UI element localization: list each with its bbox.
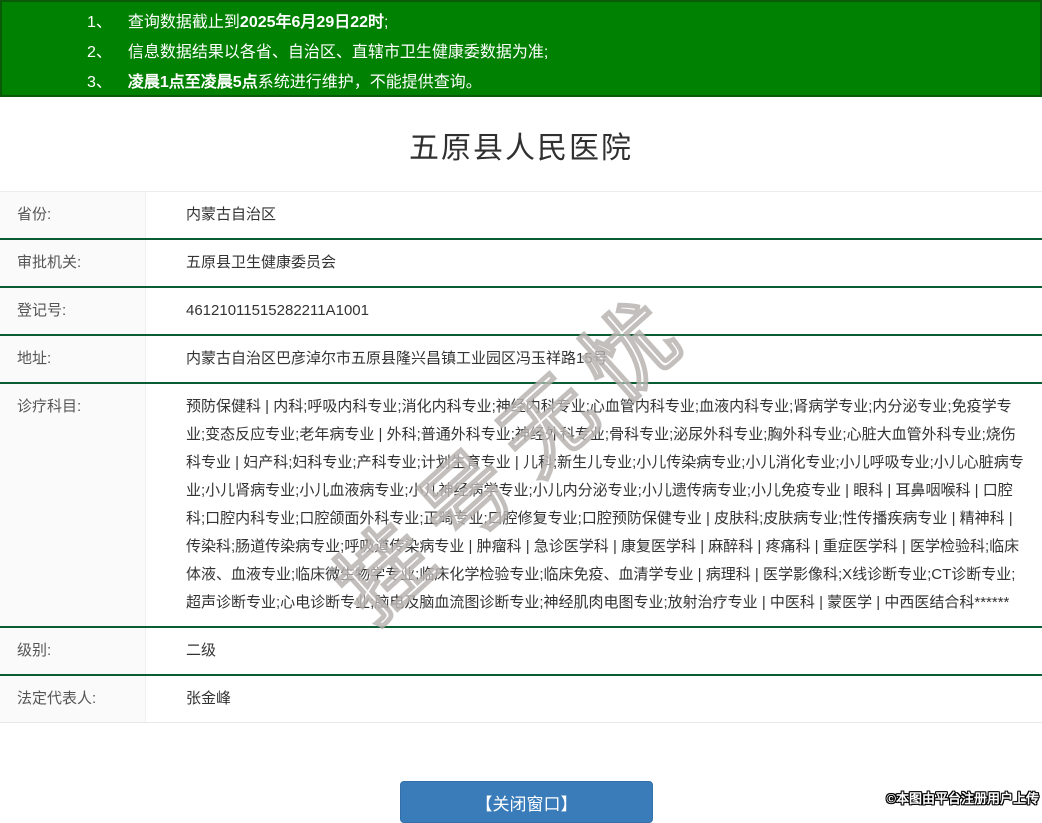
notice-item-2: 2、 信息数据结果以各省、自治区、直辖市卫生健康委数据为准; [87, 38, 1040, 68]
notice-item-3: 3、 凌晨1点至凌晨5点系统进行维护，不能提供查询。 [87, 68, 1040, 98]
info-row-level: 级别: 二级 [0, 628, 1042, 676]
field-label: 法定代表人: [0, 676, 146, 722]
info-row-medical-subjects: 诊疗科目: 预防保健科 | 内科;呼吸内科专业;消化内科专业;神经内科专业;心血… [0, 384, 1042, 628]
info-row-legal-representative: 法定代表人: 张金峰 [0, 676, 1042, 723]
field-label: 地址: [0, 336, 146, 382]
notice-number: 3、 [87, 74, 112, 91]
info-row-registration-number: 登记号: 46121011515282211A1001 [0, 288, 1042, 336]
info-row-address: 地址: 内蒙古自治区巴彦淖尔市五原县隆兴昌镇工业园区冯玉祥路15号 [0, 336, 1042, 384]
field-label: 级别: [0, 628, 146, 674]
field-value: 五原县卫生健康委员会 [186, 254, 337, 271]
field-label: 诊疗科目: [0, 384, 146, 626]
field-value: 内蒙古自治区巴彦淖尔市五原县隆兴昌镇工业园区冯玉祥路15号 [186, 350, 608, 367]
field-label: 审批机关: [0, 240, 146, 286]
field-value: 内蒙古自治区 [186, 206, 277, 223]
notice-text: 系统进行维护，不能提供查询。 [257, 74, 482, 91]
field-label: 省份: [0, 192, 146, 238]
field-value: 46121011515282211A1001 [186, 302, 369, 319]
notice-text-bold: 2025年6月29日22时 [239, 14, 385, 31]
field-value: 二级 [186, 642, 217, 659]
notice-text: 信息数据结果以各省、自治区、直辖市卫生健康委数据为准; [127, 44, 549, 61]
image-upload-copyright: ©本图由平台注册用户上传 [886, 791, 1039, 806]
notice-number: 1、 [87, 14, 112, 31]
notice-banner: 1、 查询数据截止到2025年6月29日22时; 2、 信息数据结果以各省、自治区、… [0, 0, 1042, 97]
notice-text-bold: 凌晨1点至凌晨5点 [127, 74, 258, 91]
hospital-name-title: 五原县人民医院 [409, 132, 633, 165]
field-value: 预防保健科 | 内科;呼吸内科专业;消化内科专业;神经内科专业;心血管内科专业;… [186, 398, 1024, 611]
field-label: 登记号: [0, 288, 146, 334]
info-row-province: 省份: 内蒙古自治区 [0, 192, 1042, 240]
notice-item-1: 1、 查询数据截止到2025年6月29日22时; [87, 8, 1040, 38]
notice-text: 查询数据截止到 [127, 14, 240, 31]
info-row-approval-authority: 审批机关: 五原县卫生健康委员会 [0, 240, 1042, 288]
notice-text: ; [384, 14, 389, 31]
field-value: 张金峰 [186, 690, 232, 707]
close-window-button[interactable]: 【关闭窗口】 [400, 781, 653, 823]
notice-number: 2、 [87, 44, 112, 61]
hospital-info-table: 省份: 内蒙古自治区 审批机关: 五原县卫生健康委员会 登记号: 4612101… [0, 191, 1042, 723]
